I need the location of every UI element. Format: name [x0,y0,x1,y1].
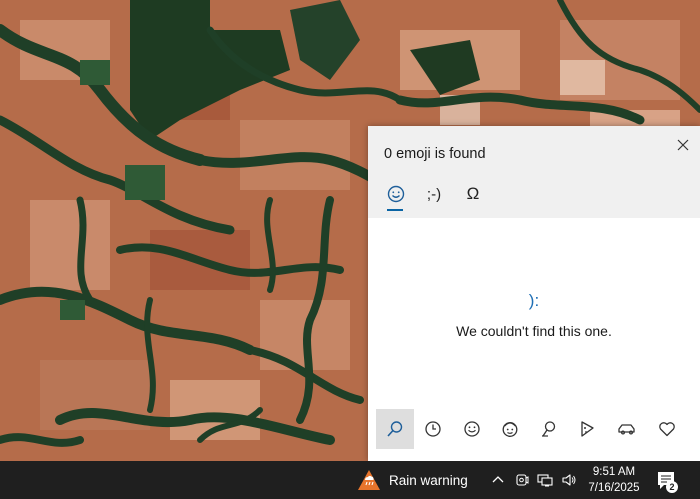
tab-search[interactable] [376,409,414,449]
location-pin-icon [542,421,556,437]
kaomoji-label: ;-) [426,185,442,203]
tab-smileys[interactable] [453,409,491,449]
tab-location[interactable] [530,409,568,449]
tab-kaomoji[interactable]: ;-) [420,180,448,208]
clock-date: 7/16/2025 [588,482,640,494]
tab-heart[interactable] [648,409,686,449]
search-icon [387,421,403,437]
search-result-title: 0 emoji is found [384,146,486,162]
emoji-panel-header: 0 emoji is found ;-) Ω [368,126,700,218]
speaker-icon [562,474,576,486]
tab-emoji[interactable] [382,180,410,208]
close-icon [677,139,689,151]
weather-text: Rain warning [389,472,468,488]
meet-now-button[interactable] [512,470,532,490]
car-icon [618,424,635,435]
empty-state-message: We couldn't find this one. [456,323,612,339]
emoji-panel: 0 emoji is found ;-) Ω ): We couldn't fi… [368,126,700,461]
clock-icon [425,421,441,437]
camera-icon [516,474,529,486]
smiley-icon [464,421,480,437]
smiley-icon [387,185,405,203]
show-hidden-icons-button[interactable] [488,470,508,490]
notification-count-badge: 2 [666,481,678,493]
weather-widget[interactable]: Rain warning [357,468,468,492]
network-button[interactable] [535,470,555,490]
tab-transport[interactable] [608,409,646,449]
clock[interactable]: 9:51 AM 7/16/2025 [582,464,646,496]
rain-warning-icon [358,470,380,490]
tab-recent[interactable] [414,409,452,449]
omega-icon: Ω [466,184,480,203]
pizza-icon [581,421,594,437]
volume-button[interactable] [559,470,579,490]
empty-state-face: ): [528,291,540,310]
notification-center-button[interactable]: 2 [654,468,684,494]
active-tab-indicator [387,209,403,211]
clock-time: 9:51 AM [592,466,636,478]
tab-people[interactable] [491,409,529,449]
people-icon [502,422,518,437]
tab-food[interactable] [568,409,606,449]
heart-icon [659,422,675,437]
taskbar: Rain warning 9:51 AM 7/16/2025 2 [0,461,700,499]
close-button[interactable] [672,134,694,156]
chevron-up-icon [492,476,504,483]
emoji-category-bar [368,409,700,449]
network-icon [537,474,553,487]
tab-symbols[interactable]: Ω [459,180,487,208]
